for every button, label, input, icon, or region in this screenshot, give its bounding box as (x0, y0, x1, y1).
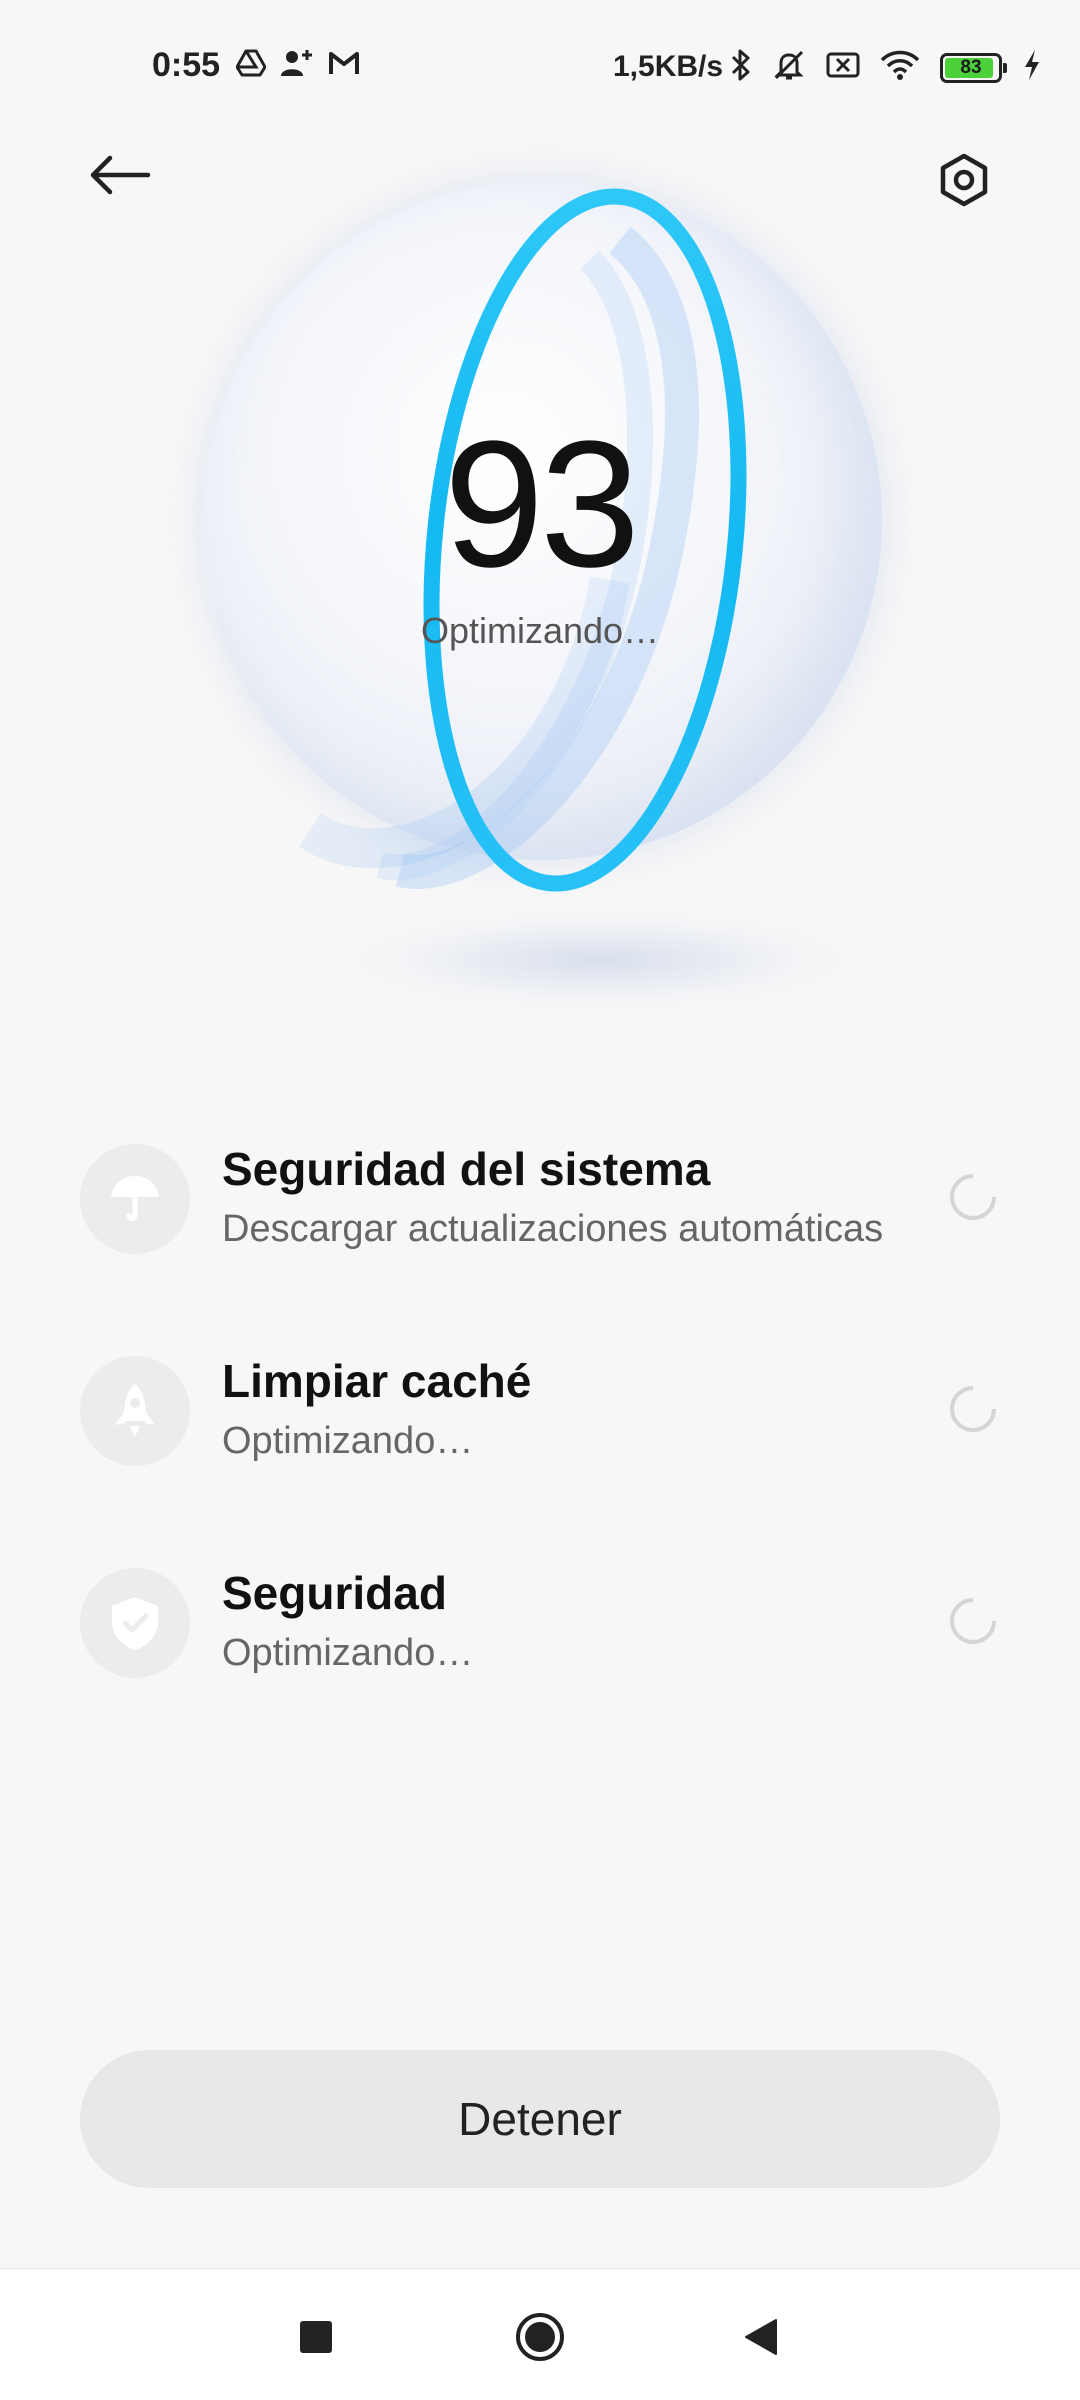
list-item[interactable]: Limpiar caché Optimizando… (0, 1342, 1080, 1482)
task-icon-container (80, 1568, 190, 1678)
no-sim-icon (826, 51, 860, 84)
person-add-icon (280, 48, 314, 83)
recents-square-icon (300, 2321, 332, 2353)
drive-icon (235, 48, 267, 83)
umbrella-icon (111, 1176, 159, 1222)
network-speed: 1,5KB/s (613, 50, 724, 83)
status-right-icons: 83 (730, 48, 1042, 87)
shield-check-icon (112, 1597, 158, 1650)
task-icon-container (80, 1356, 190, 1466)
rocket-icon (115, 1384, 155, 1437)
bluetooth-icon (730, 48, 752, 87)
system-nav-bar (0, 2268, 1080, 2400)
task-title: Seguridad (222, 1567, 447, 1619)
back-nav-button[interactable] (724, 2299, 800, 2375)
status-time: 0:55 (152, 46, 221, 84)
gmail-icon (328, 50, 360, 81)
back-button[interactable] (80, 140, 160, 210)
task-subtitle: Optimizando… (222, 1632, 474, 1674)
stop-button[interactable]: Detener (80, 2050, 1000, 2188)
status-bar: 0:55 1,5KB/s 83 (0, 0, 1080, 140)
home-button[interactable] (502, 2299, 578, 2375)
score-status: Optimizando… (420, 610, 660, 651)
arrow-left-icon (90, 155, 151, 195)
wifi-icon (880, 49, 920, 86)
score-value: 93 (443, 404, 640, 605)
list-item[interactable]: Seguridad del sistema Descargar actualiz… (0, 1130, 1080, 1270)
home-circle-icon (516, 2313, 564, 2361)
task-title: Limpiar caché (222, 1355, 532, 1407)
bell-muted-icon (772, 48, 806, 87)
back-triangle-icon (745, 2319, 777, 2355)
task-title: Seguridad del sistema (222, 1143, 711, 1195)
loading-spinner-icon (950, 1173, 997, 1220)
battery-icon: 83 (940, 52, 1007, 83)
loading-spinner-icon (950, 1597, 997, 1644)
loading-spinner-icon (950, 1385, 997, 1432)
score-orb: 93 Optimizando… (150, 150, 950, 1030)
list-item[interactable]: Seguridad Optimizando… (0, 1554, 1080, 1694)
security-optimization-screen: 0:55 1,5KB/s 83 93 Optimizando… Segurida… (0, 0, 1080, 2400)
task-subtitle: Optimizando… (222, 1420, 474, 1462)
task-icon-container (80, 1144, 190, 1254)
task-subtitle: Descargar actualizaciones automáticas (222, 1208, 884, 1250)
status-left-icons (235, 48, 360, 83)
orb-shadow (340, 910, 860, 1010)
battery-level: 83 (960, 56, 982, 78)
charging-icon (1022, 49, 1042, 86)
recents-button[interactable] (278, 2299, 354, 2375)
